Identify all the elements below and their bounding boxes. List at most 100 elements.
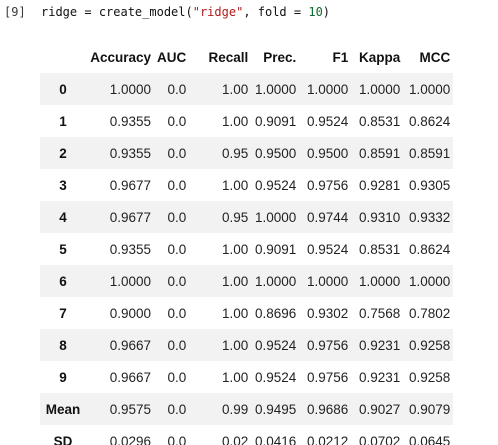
code-separator: , fold = xyxy=(243,5,309,19)
header-auc: AUC xyxy=(157,49,187,65)
cell-mcc: 0.8624 xyxy=(408,113,451,129)
code-variable: ridge xyxy=(41,5,78,19)
row-index: 4 xyxy=(59,209,67,225)
cell-f1: 0.9302 xyxy=(306,305,349,321)
table-row: 7 0.9000 0.0 1.00 0.8696 0.9302 0.7568 0.7802 xyxy=(40,297,454,329)
cell-precision: 0.9495 xyxy=(254,401,297,417)
cell-accuracy: 0.9355 xyxy=(109,145,151,161)
cell-f1: 0.9524 xyxy=(306,113,349,129)
cell-kappa: 1.0000 xyxy=(358,273,401,289)
row-index: 1 xyxy=(59,113,67,129)
cell-f1: 0.9686 xyxy=(306,401,349,417)
cell-auc: 0.0 xyxy=(167,337,187,353)
header-row: Accuracy AUC Recall Prec. F1 Kappa MCC xyxy=(40,41,453,73)
cell-mcc: 1.0000 xyxy=(408,81,451,97)
cell-recall: 1.00 xyxy=(221,241,249,257)
cell-kappa: 0.9231 xyxy=(358,337,401,353)
cell-accuracy: 0.9677 xyxy=(109,209,151,225)
table-row: 9 0.9667 0.0 1.00 0.9524 0.9756 0.9231 0.9258 xyxy=(40,361,454,393)
cell-kappa: 0.9231 xyxy=(358,369,401,385)
table-row: 2 0.9355 0.0 0.95 0.9500 0.9500 0.8591 0.8591 xyxy=(40,137,454,169)
cell-precision: 0.9524 xyxy=(254,369,297,385)
cell-accuracy: 0.9667 xyxy=(109,337,151,353)
cell-auc: 0.0 xyxy=(167,433,187,445)
cell-recall: 0.02 xyxy=(221,433,249,445)
cell-recall: 1.00 xyxy=(221,337,249,353)
cell-mcc: 0.0645 xyxy=(408,433,451,445)
cell-recall: 1.00 xyxy=(221,305,249,321)
cell-accuracy: 0.9000 xyxy=(109,305,151,321)
cell-auc: 0.0 xyxy=(167,305,187,321)
cell-f1: 0.9756 xyxy=(306,369,349,385)
row-index: 3 xyxy=(59,177,67,193)
cell-accuracy: 0.9575 xyxy=(109,401,151,417)
cell-precision: 0.9524 xyxy=(254,177,297,193)
table-row: 5 0.9355 0.0 1.00 0.9091 0.9524 0.8531 0.8624 xyxy=(40,233,454,265)
header-f1: F1 xyxy=(332,49,349,65)
header-recall: Recall xyxy=(208,49,249,65)
row-index: 6 xyxy=(59,273,67,289)
cell-precision: 0.0416 xyxy=(254,433,297,445)
cell-auc: 0.0 xyxy=(167,241,187,257)
cell-kappa: 0.9027 xyxy=(358,401,401,417)
cell-recall: 1.00 xyxy=(221,113,249,129)
cell-auc: 0.0 xyxy=(167,401,187,417)
header-mcc: MCC xyxy=(419,49,451,65)
cell-recall: 0.95 xyxy=(221,209,249,225)
cell-recall: 1.00 xyxy=(221,369,249,385)
cell-precision: 0.9500 xyxy=(254,145,297,161)
cell-accuracy: 0.9667 xyxy=(109,369,151,385)
cell-precision: 0.9091 xyxy=(254,113,297,129)
cell-accuracy: 0.9677 xyxy=(109,177,151,193)
code-number-arg: 10 xyxy=(308,5,323,19)
cell-mcc: 0.9079 xyxy=(408,401,451,417)
cell-mcc: 0.9258 xyxy=(408,337,451,353)
table-row: 3 0.9677 0.0 1.00 0.9524 0.9756 0.9281 0.9305 xyxy=(40,169,454,201)
cell-f1: 0.0212 xyxy=(306,433,349,445)
table-row: SD 0.0296 0.0 0.02 0.0416 0.0212 0.0702 0.0645 xyxy=(40,425,454,445)
cell-auc: 0.0 xyxy=(167,81,187,97)
table-row: Mean 0.9575 0.0 0.99 0.9495 0.9686 0.9027 0.907… xyxy=(40,393,454,425)
row-index: 5 xyxy=(59,241,67,257)
row-index: 7 xyxy=(59,305,67,321)
cell-precision: 1.0000 xyxy=(254,209,297,225)
cell-recall: 1.00 xyxy=(221,81,249,97)
table-row: 6 1.0000 0.0 1.00 1.0000 1.0000 1.0000 1.0000 xyxy=(40,265,454,297)
cell-mcc: 0.9332 xyxy=(408,209,451,225)
cell-accuracy: 0.9355 xyxy=(109,241,151,257)
cell-auc: 0.0 xyxy=(167,273,187,289)
cell-auc: 0.0 xyxy=(167,177,187,193)
cell-mcc: 0.9258 xyxy=(408,369,451,385)
row-index: Mean xyxy=(45,401,81,417)
cell-recall: 1.00 xyxy=(221,177,249,193)
cell-accuracy: 0.9355 xyxy=(109,113,151,129)
cell-mcc: 0.7802 xyxy=(408,305,451,321)
cell-f1: 0.9756 xyxy=(306,337,349,353)
cell-kappa: 0.8591 xyxy=(358,145,401,161)
cell-auc: 0.0 xyxy=(167,369,187,385)
code-function: create_model( xyxy=(98,5,193,19)
table-row: 8 0.9667 0.0 1.00 0.9524 0.9756 0.9231 0.9258 xyxy=(40,329,454,361)
results-body: 0 1.0000 0.0 1.00 1.0000 1.0000 1.0000 1.0000 1 0… xyxy=(40,73,454,445)
code-cell[interactable]: [9] ridge = create_model("ridge", fold =… xyxy=(0,0,498,26)
cell-kappa: 0.9281 xyxy=(358,177,401,193)
table-row: 0 1.0000 0.0 1.00 1.0000 1.0000 1.0000 1.0000 xyxy=(40,73,454,105)
cell-kappa: 0.7568 xyxy=(358,305,401,321)
row-index: 9 xyxy=(59,369,67,385)
cell-precision: 0.9524 xyxy=(254,337,297,353)
cell-auc: 0.0 xyxy=(167,113,187,129)
cell-f1: 0.9524 xyxy=(306,241,349,257)
row-index: 2 xyxy=(59,145,67,161)
header-precision: Prec. xyxy=(263,49,297,65)
cell-accuracy: 1.0000 xyxy=(109,81,151,97)
cell-f1: 0.9500 xyxy=(306,145,349,161)
cell-auc: 0.0 xyxy=(167,145,187,161)
cell-precision: 0.8696 xyxy=(254,305,297,321)
row-index: SD xyxy=(53,433,73,445)
cell-precision: 1.0000 xyxy=(254,81,297,97)
results-table: Accuracy AUC Recall Prec. F1 Kappa MCC 0… xyxy=(40,41,454,445)
cell-kappa: 0.9310 xyxy=(358,209,401,225)
cell-recall: 1.00 xyxy=(221,273,249,289)
code-line[interactable]: ridge = create_model("ridge", fold = 10) xyxy=(41,4,330,20)
row-index: 0 xyxy=(59,81,67,97)
